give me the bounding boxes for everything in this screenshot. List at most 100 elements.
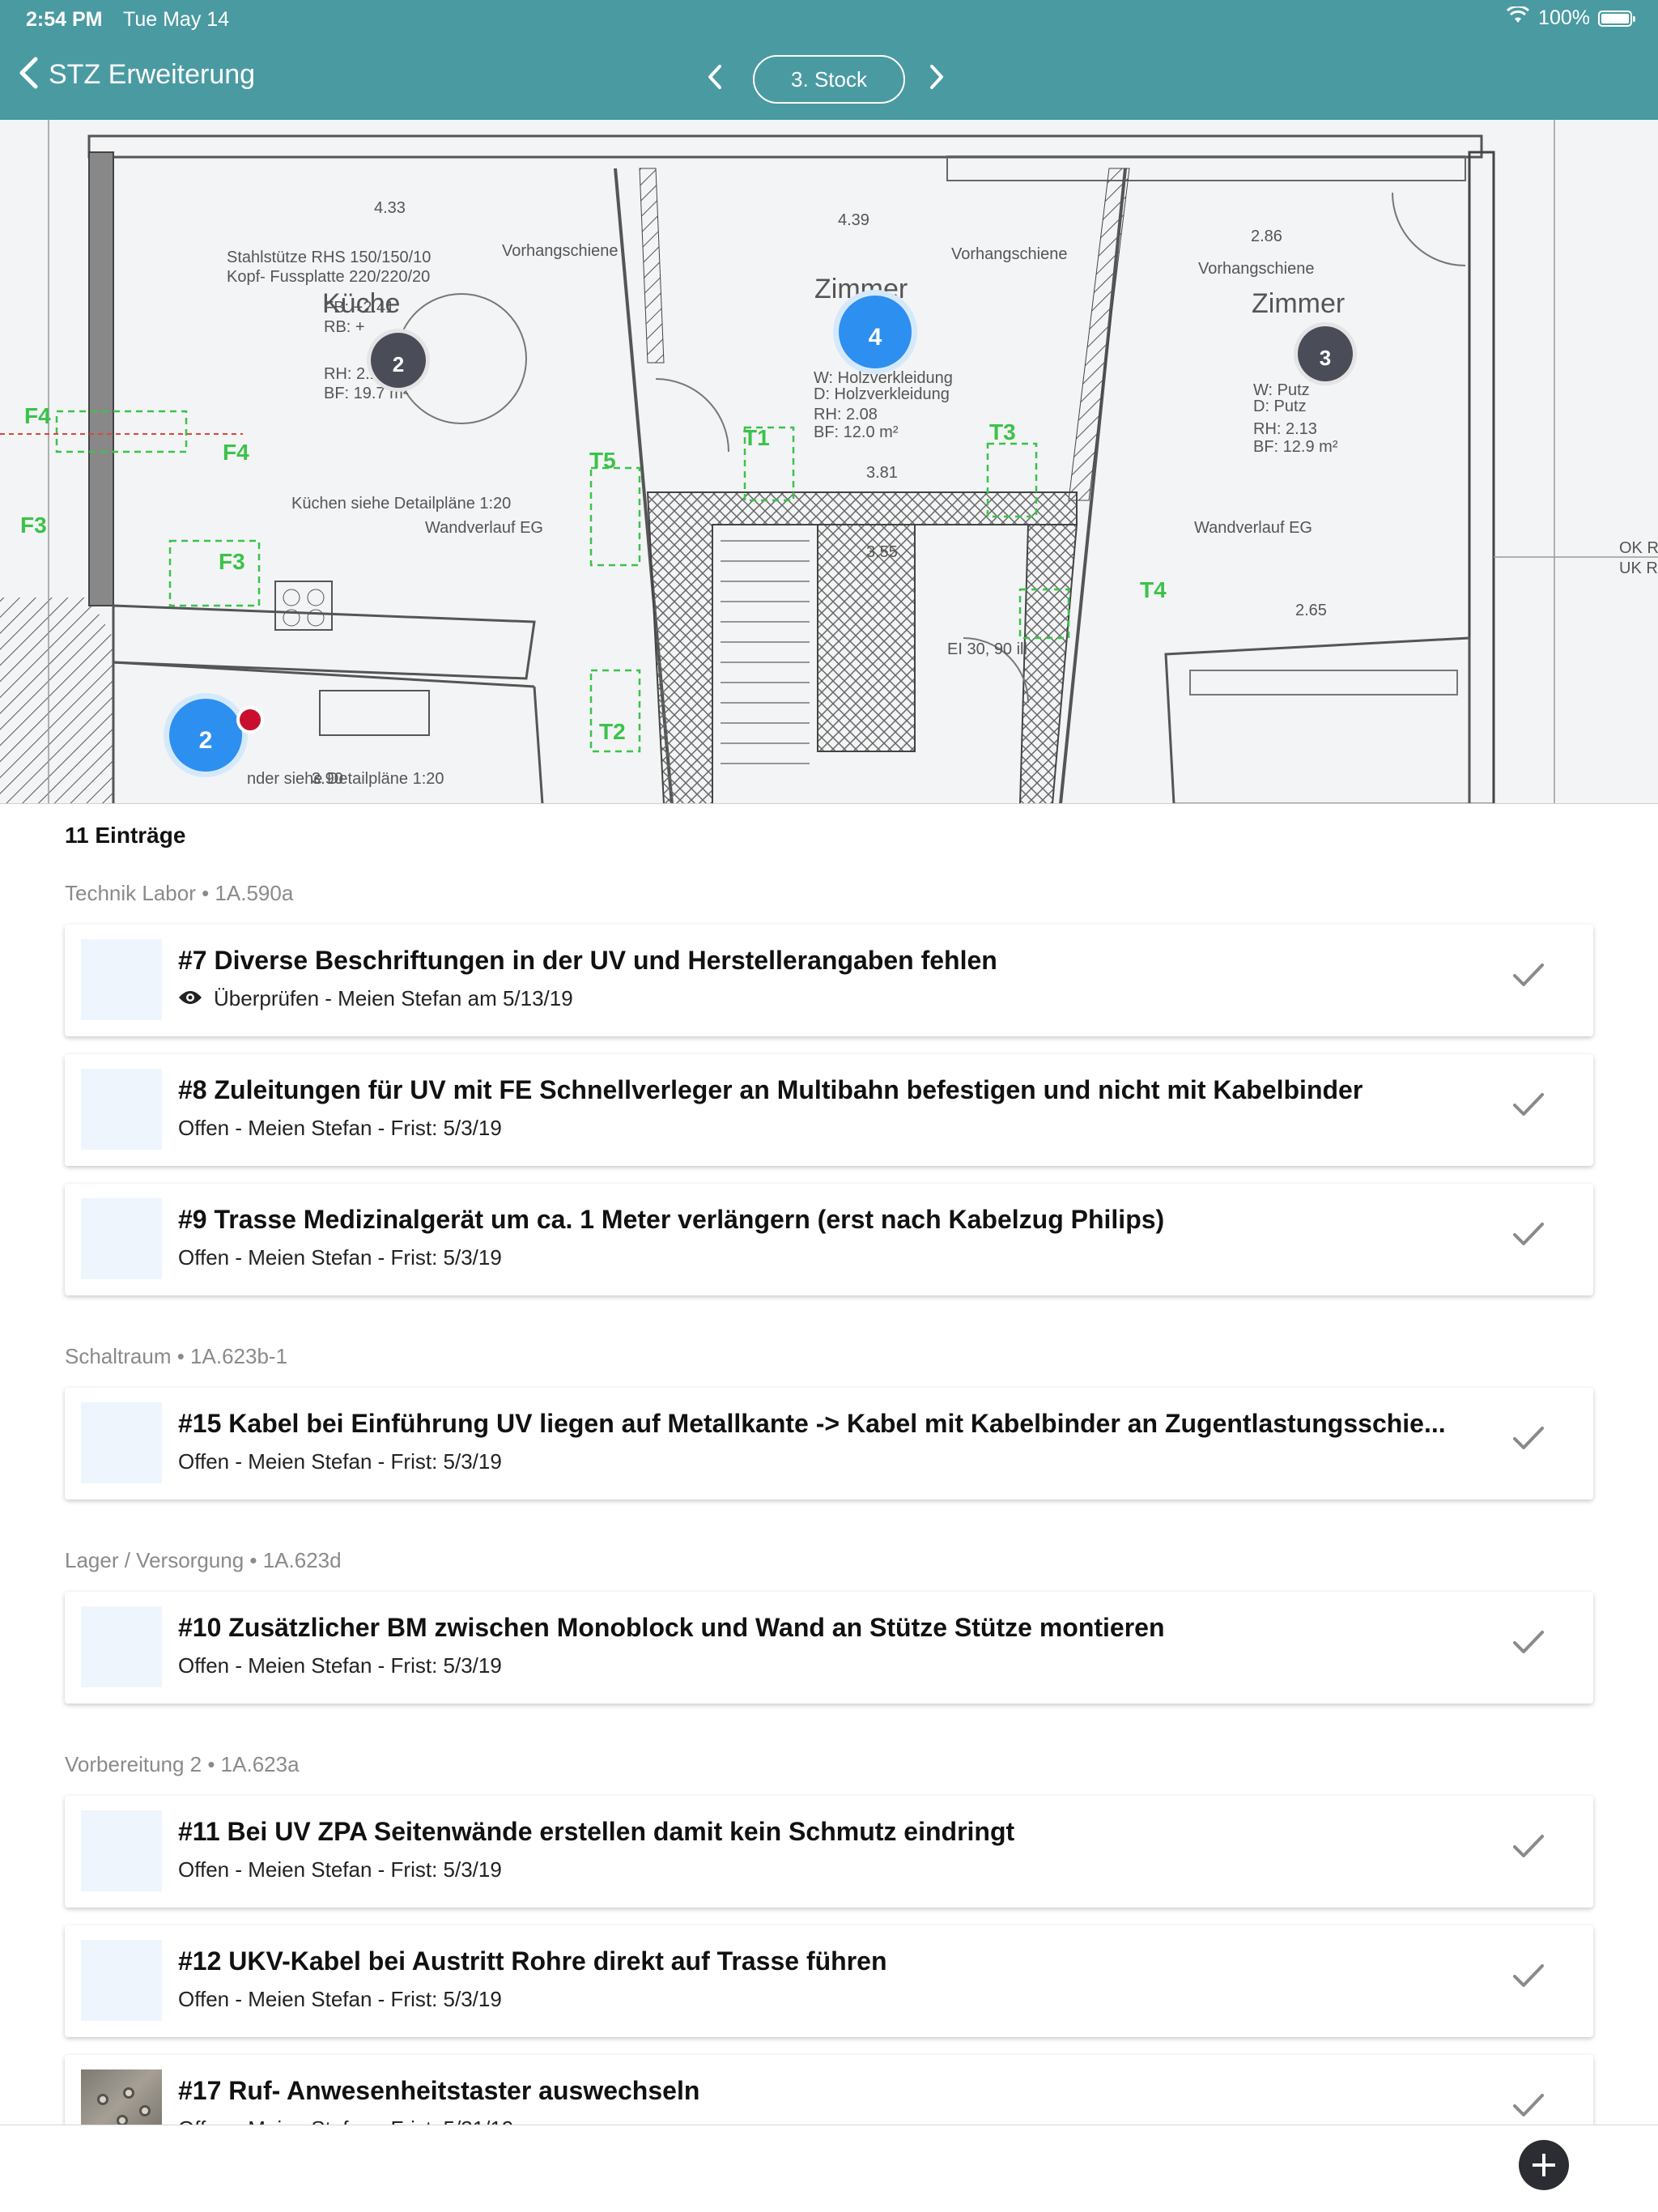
issue-thumbnail xyxy=(81,1606,162,1687)
svg-text:BF: 12.9 m²: BF: 12.9 m² xyxy=(1253,438,1338,456)
issue-title: #15 Kabel bei Einführung UV liegen auf M… xyxy=(178,1409,1446,1438)
room-label-room-2: Zimmer xyxy=(1252,288,1346,319)
add-entry-button[interactable] xyxy=(1519,2140,1569,2190)
issue-card[interactable]: #9 Trasse Medizinalgerät um ca. 1 Meter … xyxy=(65,1184,1593,1295)
issue-title: #8 Zuleitungen für UV mit FE Schnellverl… xyxy=(178,1075,1363,1104)
back-title: STZ Erweiterung xyxy=(49,59,256,90)
issue-title: #10 Zusätzlicher BM zwischen Monoblock u… xyxy=(178,1613,1165,1642)
issue-card[interactable]: #17 Ruf- Anwesenheitstaster auswechseln … xyxy=(65,2055,1593,2125)
issue-title: #12 UKV-Kabel bei Austritt Rohre direkt … xyxy=(178,1946,887,1976)
battery-icon xyxy=(1598,10,1635,27)
issue-card[interactable]: #8 Zuleitungen für UV mit FE Schnellverl… xyxy=(65,1054,1593,1166)
top-bar: 2:54 PM Tue May 14 100% STZ Erweiterung … xyxy=(0,0,1658,120)
svg-text:4.33: 4.33 xyxy=(374,199,406,217)
bottom-toolbar xyxy=(0,2125,1658,2212)
previous-floor-button[interactable] xyxy=(706,63,724,95)
issue-subtitle: Offen - Meien Stefan - Frist: 5/3/19 xyxy=(178,1653,502,1678)
navigation-bar: STZ Erweiterung 3. Stock xyxy=(0,42,1658,120)
back-button[interactable]: STZ Erweiterung xyxy=(18,57,255,93)
next-floor-button[interactable] xyxy=(928,63,946,95)
svg-text:Wandverlauf EG: Wandverlauf EG xyxy=(425,519,543,537)
issue-card[interactable]: #12 UKV-Kabel bei Austritt Rohre direkt … xyxy=(65,1925,1593,2037)
section-title: Schaltraum • 1A.623b-1 xyxy=(65,1344,288,1368)
plan-marker-room-2[interactable]: 3 xyxy=(1294,322,1357,385)
issue-status: Offen - Meien Stefan - Frist: 5/3/19 xyxy=(178,1245,502,1270)
svg-text:UK R: UK R xyxy=(1619,559,1658,577)
complete-check-button[interactable] xyxy=(1512,962,1545,992)
issue-card[interactable]: #15 Kabel bei Einführung UV liegen auf M… xyxy=(65,1388,1593,1499)
svg-text:F4: F4 xyxy=(223,440,249,465)
svg-text:F3: F3 xyxy=(219,549,245,574)
svg-text:Küchen siehe Detailpläne 1:20: Küchen siehe Detailpläne 1:20 xyxy=(291,495,511,513)
issue-card[interactable]: #7 Diverse Beschriftungen in der UV und … xyxy=(65,925,1593,1036)
issue-photo-thumbnail xyxy=(81,2069,162,2125)
chevron-left-icon xyxy=(18,57,39,93)
issue-subtitle: Offen - Meien Stefan - Frist: 5/3/19 xyxy=(178,1987,502,2011)
svg-text:3.55: 3.55 xyxy=(866,543,898,561)
svg-text:D: Putz: D: Putz xyxy=(1253,398,1307,415)
issue-count: 11 Einträge xyxy=(65,823,186,848)
complete-check-button[interactable] xyxy=(1512,1221,1545,1251)
floor-selector[interactable]: 3. Stock xyxy=(753,55,905,104)
issue-status: Offen - Meien Stefan - Frist: 5/3/19 xyxy=(178,1987,502,2012)
svg-text:RH: 2.13: RH: 2.13 xyxy=(1253,420,1317,438)
complete-check-button[interactable] xyxy=(1512,1629,1545,1659)
svg-text:2.65: 2.65 xyxy=(1295,602,1327,619)
svg-text:Vorhangschiene: Vorhangschiene xyxy=(1198,260,1314,278)
issue-title: #11 Bei UV ZPA Seitenwände erstellen dam… xyxy=(178,1817,1015,1846)
svg-text:Vorhangschiene: Vorhangschiene xyxy=(951,245,1067,263)
svg-text:3.81: 3.81 xyxy=(866,464,898,482)
issue-thumbnail xyxy=(81,1810,162,1891)
svg-text:T1: T1 xyxy=(743,425,770,450)
issue-card[interactable]: #11 Bei UV ZPA Seitenwände erstellen dam… xyxy=(65,1796,1593,1908)
issue-subtitle: Offen - Meien Stefan - Frist: 5/3/19 xyxy=(178,1857,502,1882)
issue-title: #9 Trasse Medizinalgerät um ca. 1 Meter … xyxy=(178,1205,1165,1234)
issue-thumbnail xyxy=(81,1402,162,1483)
plan-marker-kitchen[interactable]: 2 xyxy=(367,329,430,392)
issue-thumbnail xyxy=(81,1069,162,1150)
room-label-kitchen: Küche xyxy=(322,288,401,319)
svg-text:2.86: 2.86 xyxy=(1251,228,1282,245)
status-time: 2:54 PM xyxy=(26,8,103,31)
svg-text:RB: +: RB: + xyxy=(324,318,365,336)
issue-thumbnail xyxy=(81,939,162,1020)
svg-text:4.39: 4.39 xyxy=(838,211,869,229)
plan-marker-room-1[interactable]: 4 xyxy=(833,290,917,374)
complete-check-button[interactable] xyxy=(1512,1833,1545,1863)
issue-thumbnail xyxy=(81,1940,162,2021)
issue-status: Offen - Meien Stefan - Frist: 5/3/19 xyxy=(178,1857,502,1882)
issue-subtitle: Offen - Meien Stefan - Frist: 5/3/19 xyxy=(178,1116,502,1140)
issue-status: Offen - Meien Stefan - Frist: 5/21/19 xyxy=(178,2116,513,2125)
issue-subtitle: Überprüfen - Meien Stefan am 5/13/19 xyxy=(214,986,573,1010)
svg-text:F3: F3 xyxy=(20,513,47,538)
issue-status: Überprüfen - Meien Stefan am 5/13/19 xyxy=(178,986,573,1011)
svg-text:nder siehe Detailpläne 1:20: nder siehe Detailpläne 1:20 xyxy=(247,770,444,788)
complete-check-button[interactable] xyxy=(1512,2092,1545,2122)
complete-check-button[interactable] xyxy=(1512,1425,1545,1455)
plan-marker-bath[interactable]: 2 xyxy=(164,693,248,777)
issue-status: Offen - Meien Stefan - Frist: 5/3/19 xyxy=(178,1116,502,1141)
status-right: 100% xyxy=(1506,5,1635,30)
svg-text:Stahlstütze RHS 150/150/10: Stahlstütze RHS 150/150/10 xyxy=(227,249,431,266)
eye-icon xyxy=(178,986,202,1011)
svg-text:W: Putz: W: Putz xyxy=(1253,381,1310,399)
issue-subtitle: Offen - Meien Stefan - Frist: 5/3/19 xyxy=(178,1245,502,1270)
svg-text:T5: T5 xyxy=(589,448,616,473)
complete-check-button[interactable] xyxy=(1512,1963,1545,1993)
issue-title: #7 Diverse Beschriftungen in der UV und … xyxy=(178,946,997,975)
svg-text:EI 30, 90 ill: EI 30, 90 ill xyxy=(947,640,1027,658)
floor-plan-view[interactable]: F4 F4 F3 F3 T5 T1 T3 T4 T2 4.33 4.39 2.86 3.81 3.… xyxy=(0,120,1658,804)
status-bar: 2:54 PM Tue May 14 100% xyxy=(0,0,1658,39)
issue-title: #17 Ruf- Anwesenheitstaster auswechseln xyxy=(178,2076,700,2105)
floor-plan-drawing: F4 F4 F3 F3 T5 T1 T3 T4 T2 4.33 4.39 2.86 3.81 3.… xyxy=(0,120,1658,803)
issue-card[interactable]: #10 Zusätzlicher BM zwischen Monoblock u… xyxy=(65,1592,1593,1704)
svg-text:D: Holzverkleidung: D: Holzverkleidung xyxy=(814,385,950,403)
complete-check-button[interactable] xyxy=(1512,1091,1545,1121)
svg-text:Vorhangschiene: Vorhangschiene xyxy=(502,242,618,260)
svg-text:F4: F4 xyxy=(24,403,51,428)
svg-text:Kopf- Fussplatte 220/220/20: Kopf- Fussplatte 220/220/20 xyxy=(227,268,430,286)
section-title: Technik Labor • 1A.590a xyxy=(65,881,294,905)
issue-list[interactable]: 11 Einträge Technik Labor • 1A.590a #7 D… xyxy=(0,805,1658,2125)
svg-text:T3: T3 xyxy=(989,419,1016,445)
svg-text:T2: T2 xyxy=(599,719,626,744)
